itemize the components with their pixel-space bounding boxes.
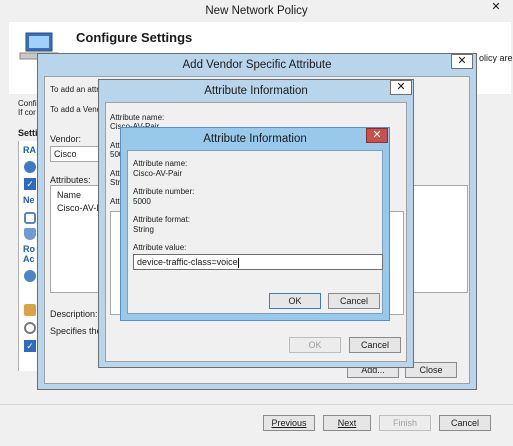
link-icon — [24, 212, 36, 224]
sidebar-item-ne[interactable]: Ne — [23, 195, 35, 205]
globe-icon — [24, 270, 36, 282]
vendor-label: Vendor: — [50, 134, 82, 144]
close-icon: ✕ — [396, 81, 406, 93]
attribute-format-label: Attribute format: — [133, 215, 190, 224]
attribute-number-label: Attribute number: — [133, 187, 195, 196]
instruction-line-2: To add a Vend — [50, 105, 102, 114]
attribute-format-value: String — [133, 225, 154, 234]
tools-icon — [24, 322, 36, 334]
sidebar-item-ra[interactable]: RA — [23, 145, 36, 155]
finish-button[interactable]: Finish — [379, 415, 431, 431]
left-text-2: If cor — [18, 108, 36, 117]
previous-button[interactable]: Previous — [263, 415, 315, 431]
dialog-body: Attribute name: Cisco-AV-Pair Attribute … — [127, 150, 383, 314]
attribute-name-label: Attribute name: — [133, 159, 188, 168]
wizard-footer — [0, 404, 513, 405]
dialog-title: Attribute Information — [203, 133, 307, 145]
attribute-number-value: 5000 — [133, 197, 151, 206]
globe-icon — [24, 161, 36, 173]
attribute-information-dialog: Attribute Information ✕ Attribute name: … — [120, 127, 390, 321]
dialog-title: Add Vendor Specific Attribute — [182, 59, 332, 71]
window-title: New Network Policy — [205, 5, 308, 17]
attribute-value-input[interactable]: device-traffic-class=voice — [133, 254, 383, 270]
attributes-label: Attributes: — [50, 175, 91, 185]
attribute-name-label: Attribute name: — [110, 113, 165, 122]
intro-fragment: olicy are — [479, 53, 513, 63]
column-header-name[interactable]: Name — [57, 190, 81, 200]
close-icon: ✕ — [491, 1, 501, 13]
ok-button[interactable]: OK — [289, 337, 341, 353]
checkmark-icon: ✓ — [24, 340, 36, 352]
sidebar-item-ac[interactable]: Ac — [23, 254, 35, 264]
next-button[interactable]: Next — [323, 415, 371, 431]
attribute-value-label: Attribute value: — [133, 243, 187, 252]
page-heading: Configure Settings — [76, 30, 193, 45]
close-button[interactable]: ✕ — [390, 80, 412, 95]
dialog-title: Attribute Information — [204, 85, 308, 97]
shield-icon — [24, 228, 36, 240]
close-icon: ✕ — [372, 129, 382, 141]
text-cursor — [237, 257, 239, 268]
attribute-format-value: Str — [110, 178, 121, 187]
instruction-line-1: To add an attri — [50, 85, 101, 94]
cancel-button[interactable]: Cancel — [439, 415, 491, 431]
lock-icon — [24, 304, 36, 316]
description-text: Specifies the — [50, 326, 102, 336]
close-button[interactable]: ✕ — [366, 128, 388, 143]
ok-button[interactable]: OK — [269, 293, 321, 309]
attribute-name-value: Cisco-AV-Pair — [133, 169, 183, 178]
close-button[interactable]: ✕ — [485, 1, 507, 16]
left-text-1: Confi — [18, 99, 37, 108]
settings-label: Setti — [18, 128, 38, 138]
description-label: Description: — [50, 309, 98, 319]
cancel-button[interactable]: Cancel — [349, 337, 401, 353]
close-icon: ✕ — [457, 55, 467, 67]
checkmark-icon: ✓ — [24, 178, 36, 190]
cancel-button[interactable]: Cancel — [328, 293, 380, 309]
sidebar-item-ro[interactable]: Ro — [23, 244, 35, 254]
close-button[interactable]: ✕ — [451, 54, 473, 69]
